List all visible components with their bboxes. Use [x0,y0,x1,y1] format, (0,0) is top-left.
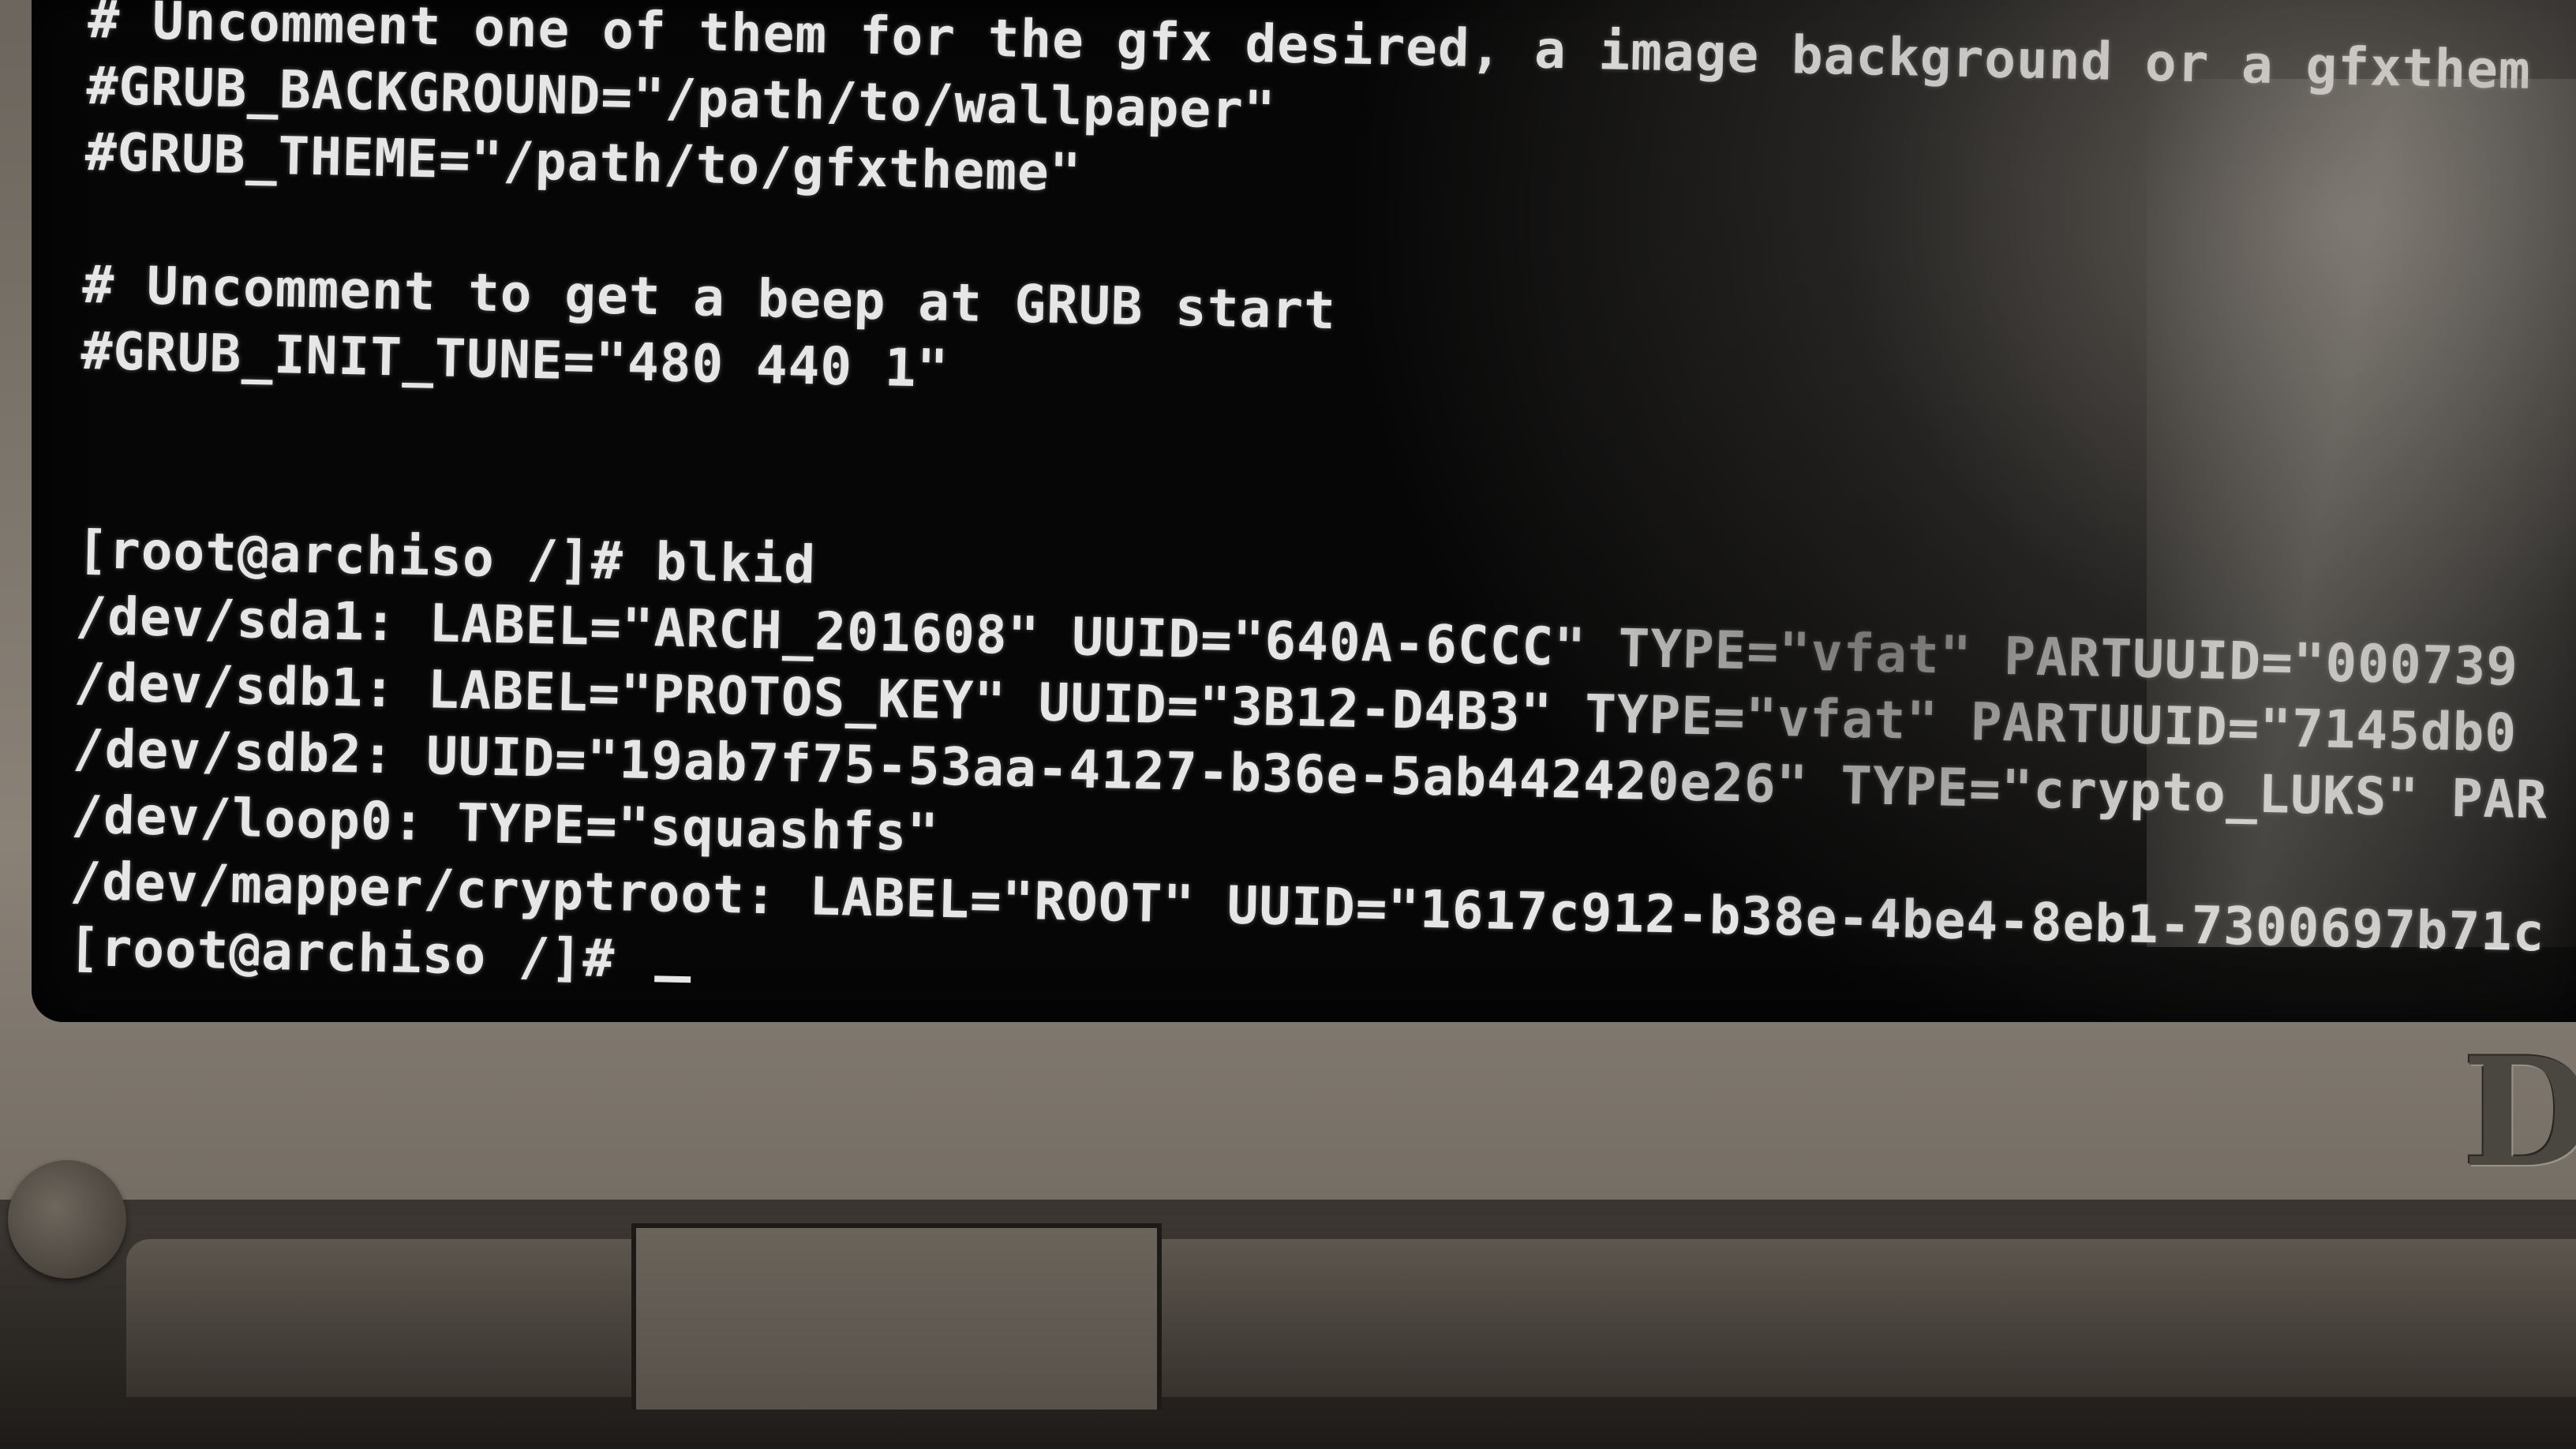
terminal-line-grub-init-tune: #GRUB_INIT_TUNE="480 440 1" [80,320,950,399]
terminal-console[interactable]: # Uncomment one of them for the gfx desi… [67,0,2574,1022]
terminal-line-loop0: /dev/loop0: TYPE="squashfs" [70,784,940,863]
laptop-screen: # Uncomment one of them for the gfx desi… [32,0,2576,1022]
terminal-line-grub-theme: #GRUB_THEME="/path/to/gfxtheme" [84,121,1083,204]
brand-logo: D [2462,1024,2576,1200]
terminal-line-prompt-current[interactable]: [root@archiso /]# [68,917,692,991]
hinge-center-notch [631,1223,1162,1410]
photo-scene: # Uncomment one of them for the gfx desi… [0,0,2576,1449]
lid-rubber-foot [8,1160,126,1279]
terminal-cursor [654,975,691,983]
laptop-hinge [126,1239,2576,1397]
terminal-line-prompt-blkid: [root@archiso /]# blkid [76,519,817,596]
terminal-prompt-text: [root@archiso /]# [68,916,648,990]
